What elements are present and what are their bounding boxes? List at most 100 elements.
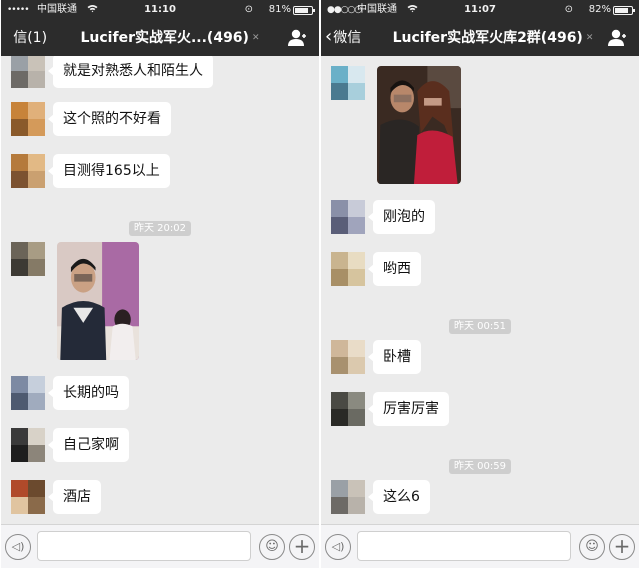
avatar-pixel bbox=[11, 71, 28, 88]
emoji-icon[interactable]: ☺ bbox=[579, 534, 605, 560]
avatar[interactable] bbox=[11, 428, 45, 462]
message-bubble[interactable]: 卧槽 bbox=[368, 340, 421, 374]
message-input[interactable] bbox=[357, 531, 571, 561]
avatar-pixel bbox=[348, 340, 365, 357]
back-label: 信(1) bbox=[13, 30, 48, 46]
battery-icon bbox=[293, 6, 315, 15]
avatar[interactable] bbox=[11, 376, 45, 410]
plus-icon[interactable]: + bbox=[289, 534, 315, 560]
plus-icon[interactable]: + bbox=[609, 534, 635, 560]
photo-thumbnail[interactable] bbox=[377, 66, 461, 184]
back-button[interactable]: ‹信(1) bbox=[5, 29, 47, 47]
avatar-pixel bbox=[28, 428, 45, 445]
avatar-pixel bbox=[11, 242, 28, 259]
message-bubble[interactable]: 哟西 bbox=[368, 252, 421, 286]
people-icon bbox=[608, 29, 626, 46]
avatar-pixel bbox=[348, 480, 365, 497]
right-phone-screen: ●●○○○ 中国联通 11:07 ⊙ 82% ‹微信 Lucifer实战军火库2… bbox=[321, 0, 639, 568]
message-input[interactable] bbox=[37, 531, 251, 561]
message-bubble[interactable]: 刚泡的 bbox=[368, 200, 435, 234]
avatar-pixel bbox=[28, 102, 45, 119]
rotation-lock-icon: ⊙ bbox=[564, 4, 573, 15]
avatar[interactable] bbox=[331, 480, 365, 514]
message-bubble[interactable]: 目测得165以上 bbox=[48, 154, 170, 188]
battery-icon bbox=[613, 6, 635, 15]
mute-icon: ✕ bbox=[585, 33, 594, 43]
voice-icon[interactable]: ◁) bbox=[325, 534, 351, 560]
avatar-pixel bbox=[28, 154, 45, 171]
status-bar: ●●○○○ 中国联通 11:07 ⊙ 82% bbox=[321, 0, 639, 20]
avatar-pixel bbox=[11, 497, 28, 514]
back-label: 微信 bbox=[333, 30, 362, 46]
avatar-pixel bbox=[331, 83, 348, 100]
avatar-pixel bbox=[11, 259, 28, 276]
avatar-pixel bbox=[348, 392, 365, 409]
avatar-pixel bbox=[331, 357, 348, 374]
avatar-pixel bbox=[348, 200, 365, 217]
chat-title: Lucifer实战军火库2群(496) ✕ bbox=[385, 29, 601, 47]
avatar-pixel bbox=[331, 217, 348, 234]
avatar[interactable] bbox=[331, 66, 365, 100]
message-bubble[interactable]: 这个照的不好看 bbox=[48, 102, 171, 136]
chevron-left-icon: ‹ bbox=[325, 26, 333, 47]
timestamp-label: 昨天 00:59 bbox=[449, 459, 511, 474]
chat-title-text: Lucifer实战军火库2群(496) bbox=[392, 30, 583, 46]
chat-area[interactable]: 刚泡的哟西昨天 00:51 卧槽厉害厉害昨天 00:59 这么6 bbox=[321, 56, 639, 524]
avatar-pixel bbox=[28, 259, 45, 276]
message-bubble[interactable]: 厉害厉害 bbox=[368, 392, 449, 426]
avatar-pixel bbox=[11, 445, 28, 462]
avatar-pixel bbox=[28, 119, 45, 136]
message-bubble[interactable]: 自己家啊 bbox=[48, 428, 129, 462]
avatar-pixel bbox=[28, 497, 45, 514]
timestamp: 昨天 00:59 bbox=[321, 454, 639, 474]
avatar-pixel bbox=[28, 445, 45, 462]
avatar-pixel bbox=[28, 56, 45, 71]
avatar[interactable] bbox=[331, 200, 365, 234]
status-bar: ••••• 中国联通 11:10 ⊙ 81% bbox=[1, 0, 319, 20]
avatar[interactable] bbox=[11, 242, 45, 276]
avatar[interactable] bbox=[11, 154, 45, 188]
chat-area[interactable]: 就是对熟悉人和陌生人 这个照的不好看 目测得165以上昨天 20:02 长期的吗自己家… bbox=[1, 56, 319, 524]
avatar-pixel bbox=[348, 83, 365, 100]
avatar-pixel bbox=[11, 102, 28, 119]
avatar[interactable] bbox=[331, 340, 365, 374]
people-icon bbox=[288, 29, 306, 46]
voice-icon[interactable]: ◁) bbox=[5, 534, 31, 560]
avatar-pixel bbox=[28, 393, 45, 410]
battery-fill bbox=[615, 8, 629, 13]
avatar[interactable] bbox=[11, 102, 45, 136]
avatar-pixel bbox=[348, 217, 365, 234]
timestamp: 昨天 00:51 bbox=[321, 314, 639, 334]
message-bubble[interactable]: 长期的吗 bbox=[48, 376, 129, 410]
emoji-icon[interactable]: ☺ bbox=[259, 534, 285, 560]
message-bubble[interactable]: 酒店 bbox=[48, 480, 101, 514]
avatar-pixel bbox=[348, 66, 365, 83]
photo-thumbnail[interactable] bbox=[57, 242, 139, 360]
avatar-pixel bbox=[348, 497, 365, 514]
avatar-pixel bbox=[348, 252, 365, 269]
message-bubble[interactable]: 就是对熟悉人和陌生人 bbox=[48, 56, 213, 88]
avatar[interactable] bbox=[11, 480, 45, 514]
group-members-button[interactable] bbox=[607, 28, 629, 48]
photo-of-couple-icon bbox=[377, 66, 461, 184]
photo-of-man-icon bbox=[57, 242, 139, 360]
group-members-button[interactable] bbox=[287, 28, 309, 48]
timestamp-label: 昨天 00:51 bbox=[449, 319, 511, 334]
timestamp-label: 昨天 20:02 bbox=[129, 221, 191, 236]
avatar-pixel bbox=[11, 119, 28, 136]
battery-percent: 81% bbox=[268, 4, 291, 15]
nav-bar: ‹微信 Lucifer实战军火库2群(496) ✕ bbox=[321, 20, 639, 56]
avatar[interactable] bbox=[331, 392, 365, 426]
avatar-pixel bbox=[28, 242, 45, 259]
input-bar: ◁) ☺ + bbox=[1, 524, 319, 568]
avatar[interactable] bbox=[331, 252, 365, 286]
left-phone-screen: ••••• 中国联通 11:10 ⊙ 81% ‹信(1) Lucifer实战军火… bbox=[1, 0, 319, 568]
back-button[interactable]: ‹微信 bbox=[325, 26, 362, 47]
avatar-pixel bbox=[11, 393, 28, 410]
rotation-lock-icon: ⊙ bbox=[244, 4, 253, 15]
avatar[interactable] bbox=[11, 56, 45, 88]
message-bubble[interactable]: 这么6 bbox=[368, 480, 430, 514]
battery-fill bbox=[295, 8, 308, 13]
avatar-pixel bbox=[348, 409, 365, 426]
avatar-pixel bbox=[28, 71, 45, 88]
